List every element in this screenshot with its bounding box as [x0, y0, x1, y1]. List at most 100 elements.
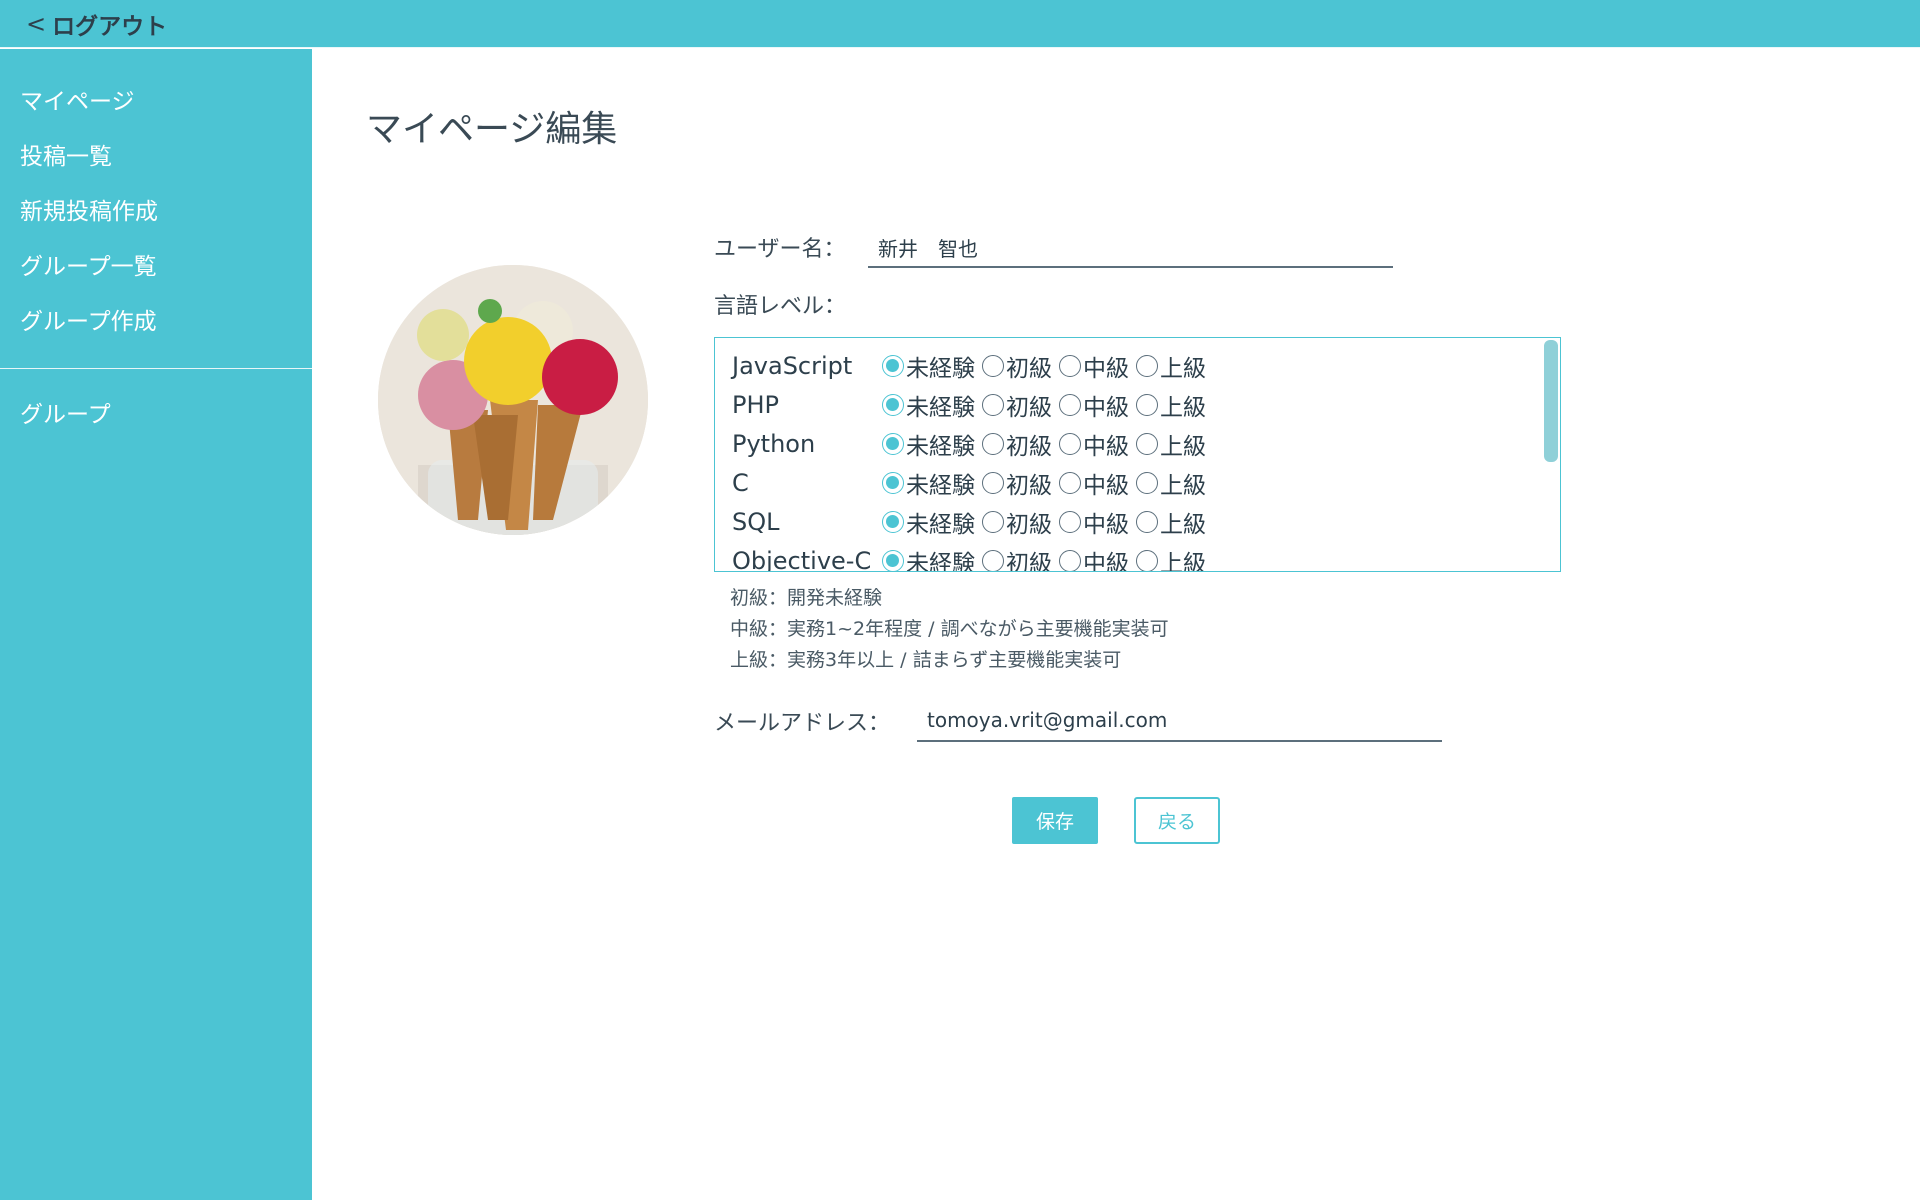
language-level-list[interactable]: JavaScript 未経験 初級 中級 上級 PHP 未経験 初級 中級 上級 Python 未経験… — [714, 337, 1561, 572]
level-option[interactable]: 中級 — [1059, 427, 1129, 461]
level-label: 初級 — [1006, 472, 1052, 499]
language-rows: JavaScript 未経験 初級 中級 上級 PHP 未経験 初級 中級 上級 Python 未経験… — [732, 346, 1213, 572]
email-value: tomoya.vrit@gmail.com — [927, 708, 1168, 732]
level-label: 初級 — [1006, 394, 1052, 421]
level-option[interactable]: 初級 — [982, 388, 1052, 422]
sidebar-item-group-list[interactable]: グループ一覧 — [0, 236, 312, 291]
level-option[interactable]: 未経験 — [882, 388, 975, 422]
level-option[interactable]: 初級 — [982, 466, 1052, 500]
radio-button[interactable] — [1136, 393, 1158, 416]
level-label: 初級 — [1006, 355, 1052, 382]
sidebar-item-groups[interactable]: グループ — [0, 387, 312, 437]
page-title: マイページ編集 — [366, 109, 618, 150]
radio-button[interactable] — [982, 510, 1004, 533]
language-row: Objective-C 未経験 初級 中級 上級 — [732, 541, 1213, 572]
radio-button[interactable] — [982, 471, 1004, 494]
username-input[interactable]: 新井 智也 — [868, 228, 1393, 268]
radio-button[interactable] — [1059, 354, 1081, 377]
radio-button[interactable] — [1059, 471, 1081, 494]
level-option[interactable]: 上級 — [1136, 505, 1206, 539]
sidebar-item-posts[interactable]: 投稿一覧 — [0, 126, 312, 181]
username-value: 新井 智也 — [878, 236, 978, 261]
back-button[interactable]: 戻る — [1134, 797, 1220, 844]
level-label: 中級 — [1083, 472, 1129, 499]
radio-button[interactable] — [1136, 549, 1158, 571]
language-row: JavaScript 未経験 初級 中級 上級 — [732, 346, 1213, 385]
radio-button[interactable] — [882, 471, 904, 494]
level-option[interactable]: 中級 — [1059, 544, 1129, 572]
level-option[interactable]: 未経験 — [882, 349, 975, 383]
radio-button[interactable] — [982, 393, 1004, 416]
level-label: 上級 — [1160, 394, 1206, 421]
radio-button[interactable] — [882, 354, 904, 377]
level-label: 上級 — [1160, 355, 1206, 382]
level-option[interactable]: 未経験 — [882, 505, 975, 539]
level-label: 未経験 — [906, 355, 975, 382]
level-label: 中級 — [1083, 550, 1129, 572]
scrollbar-thumb[interactable] — [1544, 340, 1558, 462]
save-button[interactable]: 保存 — [1012, 797, 1098, 844]
level-label: 上級 — [1160, 511, 1206, 538]
level-option[interactable]: 中級 — [1059, 505, 1129, 539]
radio-button[interactable] — [982, 354, 1004, 377]
level-option[interactable]: 中級 — [1059, 349, 1129, 383]
radio-button[interactable] — [1136, 471, 1158, 494]
level-option[interactable]: 中級 — [1059, 388, 1129, 422]
level-label: 中級 — [1083, 511, 1129, 538]
sidebar-item-mypage[interactable]: マイページ — [0, 71, 312, 126]
sidebar-item-new-post[interactable]: 新規投稿作成 — [0, 181, 312, 236]
level-option[interactable]: 初級 — [982, 427, 1052, 461]
avatar[interactable] — [378, 265, 648, 535]
ice-cream-photo-icon — [378, 265, 648, 535]
level-label: 上級 — [1160, 433, 1206, 460]
level-label: 未経験 — [906, 433, 975, 460]
language-row: PHP 未経験 初級 中級 上級 — [732, 385, 1213, 424]
logout-link[interactable]: < ログアウト — [26, 6, 167, 42]
radio-button[interactable] — [982, 549, 1004, 571]
radio-button[interactable] — [1136, 510, 1158, 533]
level-option[interactable]: 上級 — [1136, 349, 1206, 383]
level-label: 初級 — [1006, 511, 1052, 538]
level-option[interactable]: 上級 — [1136, 427, 1206, 461]
radio-button[interactable] — [1136, 432, 1158, 455]
radio-button[interactable] — [882, 510, 904, 533]
level-option[interactable]: 初級 — [982, 349, 1052, 383]
level-notes: 初級：開発未経験 中級：実務1~2年程度 / 調べながら主要機能実装可 上級：実… — [730, 583, 1169, 676]
radio-button[interactable] — [882, 549, 904, 571]
radio-button[interactable] — [1059, 549, 1081, 571]
level-option[interactable]: 未経験 — [882, 466, 975, 500]
language-level-label: 言語レベル： — [714, 294, 847, 319]
sidebar: マイページ 投稿一覧 新規投稿作成 グループ一覧 グループ作成 グループ — [0, 49, 312, 1200]
language-row: Python 未経験 初級 中級 上級 — [732, 424, 1213, 463]
level-option[interactable]: 上級 — [1136, 388, 1206, 422]
language-name: SQL — [732, 507, 780, 536]
level-option[interactable]: 初級 — [982, 505, 1052, 539]
radio-button[interactable] — [1059, 393, 1081, 416]
level-option[interactable]: 初級 — [982, 544, 1052, 571]
level-option[interactable]: 未経験 — [882, 544, 975, 571]
radio-button[interactable] — [1136, 354, 1158, 377]
radio-button[interactable] — [882, 432, 904, 455]
language-name: JavaScript — [732, 351, 853, 380]
language-row: SQL 未経験 初級 中級 上級 — [732, 502, 1213, 541]
username-label: ユーザー名： — [714, 237, 846, 262]
language-name: PHP — [732, 390, 779, 419]
level-label: 未経験 — [906, 511, 975, 538]
sidebar-item-create-group[interactable]: グループ作成 — [0, 291, 312, 346]
radio-button[interactable] — [1059, 510, 1081, 533]
level-option[interactable]: 未経験 — [882, 427, 975, 461]
level-option[interactable]: 上級 — [1136, 466, 1206, 500]
sidebar-nav: マイページ 投稿一覧 新規投稿作成 グループ一覧 グループ作成 — [0, 49, 312, 346]
radio-button[interactable] — [1059, 432, 1081, 455]
radio-button[interactable] — [882, 393, 904, 416]
language-row: C 未経験 初級 中級 上級 — [732, 463, 1213, 502]
level-label: 未経験 — [906, 472, 975, 499]
email-input[interactable]: tomoya.vrit@gmail.com — [917, 700, 1442, 742]
level-label: 中級 — [1083, 433, 1129, 460]
level-option[interactable]: 上級 — [1136, 544, 1206, 572]
radio-button[interactable] — [982, 432, 1004, 455]
level-label: 上級 — [1160, 550, 1206, 572]
language-name: Objective-C — [732, 546, 872, 572]
level-option[interactable]: 中級 — [1059, 466, 1129, 500]
note-intermediate: 中級：実務1~2年程度 / 調べながら主要機能実装可 — [730, 618, 1169, 640]
